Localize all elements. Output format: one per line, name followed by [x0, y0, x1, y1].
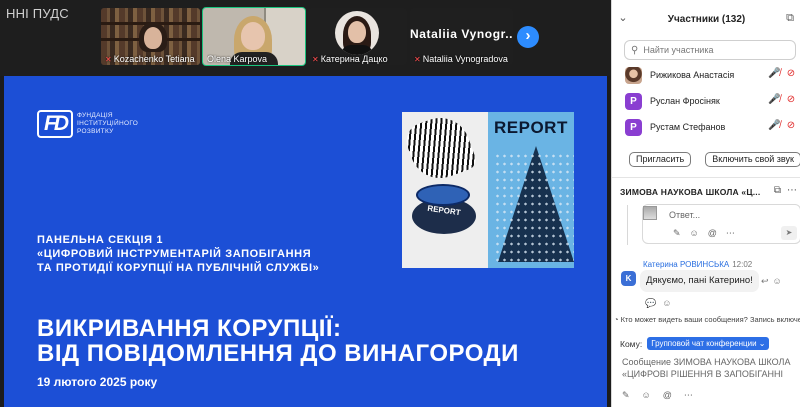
participant-row[interactable]: Рижикова Анастасія 🎤̸ ⊘ [612, 62, 800, 88]
muted-mic-icon[interactable]: 🎤̸ [768, 68, 780, 79]
search-icon: ⚲ [631, 44, 639, 56]
compose-toolbar: ✎ ☺ @ ⋯ [622, 390, 693, 401]
reply-icon[interactable]: ↩ [761, 276, 769, 287]
chat-header: ЗИМОВА НАУКОВА ШКОЛА «Ц... ⧉ ⋯ [612, 177, 800, 203]
avatar: Р [625, 118, 642, 136]
muted-mic-icon: ✕ [312, 54, 319, 64]
thread-line [627, 205, 628, 245]
at-mention-icon[interactable]: @ [663, 390, 672, 401]
logo-text: ФУНДАЦІЯ ІНСТИТУЦІЙНОГО РОЗВИТКУ [77, 112, 139, 135]
video-tile-karpova[interactable]: Olena Karpova [202, 7, 306, 66]
video-tile-vynogradova[interactable]: Nataliia Vynogr... ✕ Nataliia Vynogradova [410, 8, 513, 65]
recipient-row: Кому: Групповой чат конференции ⌄ [620, 337, 770, 350]
comment-icon[interactable]: 💬 [645, 298, 656, 309]
invite-button[interactable]: Пригласить [629, 152, 692, 167]
chevron-down-icon: ⌄ [758, 339, 766, 348]
poster-report-label: REPORT [494, 118, 568, 137]
participant-row[interactable]: Р Рустам Стефанов 🎤̸ ⊘ [612, 114, 800, 140]
participant-actions: Пригласить Включить свой звук [629, 152, 800, 167]
participant-face [144, 27, 162, 49]
next-page-button[interactable]: › [517, 26, 539, 48]
participant-face [241, 22, 265, 50]
meeting-name: ННІ ПУДС [6, 6, 69, 21]
logo-mark-icon: FD [37, 110, 73, 138]
thread-reply-box[interactable]: Ответ... ✎ ☺ @ ⋯ ➤ [642, 204, 800, 244]
avatar [625, 66, 642, 84]
unmute-self-button[interactable]: Включить свой звук [705, 152, 800, 167]
more-icon[interactable]: ⋯ [726, 228, 735, 239]
emoji-icon[interactable]: ☺ [690, 228, 699, 239]
more-icon[interactable]: ⋯ [684, 390, 693, 401]
muted-mic-icon[interactable]: 🎤̸ [768, 94, 780, 105]
format-icon[interactable]: ✎ [622, 390, 630, 401]
video-tile-kozachenko[interactable]: ✕ Kozachenko Tetiana [101, 8, 200, 65]
tile-caption: ✕ Nataliia Vynogradova [414, 54, 508, 64]
send-icon[interactable]: ➤ [781, 226, 797, 240]
slide-date: 19 лютого 2025 року [37, 375, 158, 389]
zoom-window: ННІ ПУДС ✕ Kozachenko Tetiana Olena Karpo… [0, 0, 800, 407]
message-compose-field[interactable]: Сообщение ЗИМОВА НАУКОВА ШКОЛА «ЦИФРОВІ … [622, 356, 800, 386]
reply-input[interactable]: Ответ... [669, 210, 700, 220]
video-strip: ННІ ПУДС ✕ Kozachenko Tetiana Olena Karpo… [0, 0, 611, 76]
message-time: 12:02 [732, 260, 753, 269]
at-mention-icon[interactable]: @ [708, 228, 717, 239]
session-text: ПАНЕЛЬНА СЕКЦІЯ 1 «ЦИФРОВИЙ ІНСТРУМЕНТАР… [37, 234, 320, 274]
video-off-icon[interactable]: ⊘ [785, 120, 797, 131]
shield-icon: ◔ [614, 315, 619, 324]
muted-mic-icon: ✕ [414, 54, 421, 64]
shared-screen-slide: FD ФУНДАЦІЯ ІНСТИТУЦІЙНОГО РОЗВИТКУ REPO… [4, 76, 607, 407]
format-icon[interactable]: ✎ [673, 228, 681, 239]
video-tile-datsko[interactable]: ✕ Катерина Дацко [308, 8, 407, 65]
participant-list: Рижикова Анастасія 🎤̸ ⊘ Р Руслан Фросіняк… [612, 62, 800, 140]
side-panel: ⌄ Участники (132) ⧉ ⚲ Рижикова Анастасія… [611, 0, 800, 407]
report-poster-image: REPORT REPORT [402, 112, 574, 268]
chevron-right-icon: › [525, 27, 531, 44]
popout-icon[interactable]: ⧉ [783, 11, 797, 25]
emoji-reaction-icon[interactable]: ☺ [773, 276, 782, 287]
add-reaction-icon[interactable]: ☺ [662, 298, 671, 309]
slide-title: ВИКРИВАННЯ КОРУПЦІЇ: ВІД ПОВІДОМЛЕННЯ ДО… [37, 315, 519, 367]
avatar: K [621, 271, 636, 286]
participant-photo [335, 11, 379, 55]
video-off-icon[interactable]: ⊘ [785, 68, 797, 79]
muted-mic-icon: ✕ [105, 54, 112, 64]
emoji-icon[interactable]: ☺ [642, 390, 651, 401]
chat-message[interactable]: Дякуємо, пані Катерино! [640, 270, 759, 292]
participants-header: ⌄ Участники (132) ⧉ [612, 0, 800, 38]
chat-title: ЗИМОВА НАУКОВА ШКОЛА «Ц... [620, 187, 761, 197]
to-label: Кому: [620, 338, 643, 349]
participant-name-large: Nataliia Vynogr... [410, 27, 513, 41]
popout-icon[interactable]: ⧉ [774, 185, 781, 196]
muted-mic-icon[interactable]: 🎤̸ [768, 120, 780, 131]
more-options-icon[interactable]: ⋯ [787, 185, 797, 196]
search-input[interactable] [643, 45, 784, 55]
participant-search[interactable]: ⚲ [624, 40, 796, 60]
recipient-select[interactable]: Групповой чат конференции ⌄ [647, 337, 770, 350]
message-author: Катерина РОВИНСЬКА 12:02 [643, 260, 753, 269]
foundation-logo: FD ФУНДАЦІЯ ІНСТИТУЦІЙНОГО РОЗВИТКУ [37, 104, 159, 144]
avatar: Р [625, 92, 642, 110]
meeting-area: ННІ ПУДС ✕ Kozachenko Tetiana Olena Karpo… [0, 0, 611, 407]
participants-title: Участники (132) [667, 14, 746, 25]
tile-caption: ✕ Катерина Дацко [312, 54, 388, 64]
video-off-icon[interactable]: ⊘ [785, 94, 797, 105]
tile-caption: ✕ Kozachenko Tetiana [105, 54, 195, 64]
thread-thumbnail [643, 206, 657, 220]
message-visibility-note[interactable]: ◔ Кто может видеть ваши сообщения? Запис… [612, 315, 800, 329]
participant-row[interactable]: Р Руслан Фросіняк 🎤̸ ⊘ [612, 88, 800, 114]
tile-caption: Olena Karpova [207, 54, 268, 64]
